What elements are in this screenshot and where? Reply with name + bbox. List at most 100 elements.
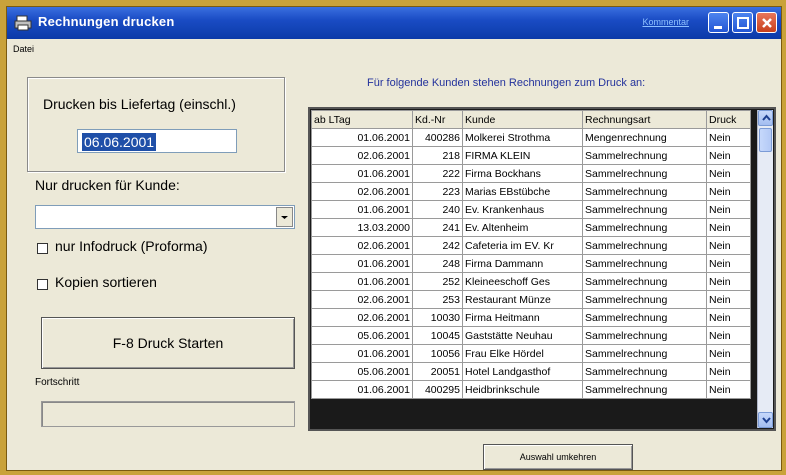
table-cell: 10030 [412, 308, 463, 327]
chevron-down-icon [281, 216, 288, 219]
scroll-thumb[interactable] [759, 128, 772, 152]
table-cell: Sammelrechnung [582, 272, 707, 291]
table-cell: Nein [706, 326, 751, 345]
table-cell: 01.06.2001 [311, 380, 413, 399]
minimize-button[interactable] [708, 12, 729, 33]
window-title: Rechnungen drucken [38, 14, 175, 29]
table-cell: 223 [412, 182, 463, 201]
table-cell: Nein [706, 218, 751, 237]
menu-bar: Datei [7, 39, 781, 59]
comment-link[interactable]: Kommentar [642, 17, 689, 27]
printer-icon [14, 15, 32, 31]
table-cell: 01.06.2001 [311, 200, 413, 219]
table-cell: Sammelrechnung [582, 380, 707, 399]
date-field[interactable]: 06.06.2001 [77, 129, 237, 153]
table-cell: Sammelrechnung [582, 164, 707, 183]
table-cell: 02.06.2001 [311, 308, 413, 327]
infodruck-label: nur Infodruck (Proforma) [55, 238, 208, 254]
table-row[interactable]: 01.06.2001 248 Firma Dammann Sammelrechnung… [311, 254, 751, 273]
table-cell: Firma Dammann [462, 254, 583, 273]
table-cell: Sammelrechnung [582, 182, 707, 201]
title-bar: Rechnungen drucken Kommentar [7, 7, 781, 39]
table-cell: 02.06.2001 [311, 182, 413, 201]
combo-dropdown-button[interactable] [276, 207, 293, 227]
table-cell: 248 [412, 254, 463, 273]
close-icon [762, 18, 772, 28]
table-cell: 02.06.2001 [311, 146, 413, 165]
table-row[interactable]: 02.06.2001 223 Marias EBstübche Sammelrechn… [311, 182, 751, 201]
infodruck-checkbox[interactable] [37, 243, 48, 254]
table-row[interactable]: 02.06.2001 253 Restaurant Münze Sammelrechn… [311, 290, 751, 309]
print-invoices-window: Rechnungen drucken Kommentar Datei Druck… [6, 6, 782, 471]
table-cell: 01.06.2001 [311, 272, 413, 291]
table-row[interactable]: 01.06.2001 240 Ev. Krankenhaus Sammelrechnu… [311, 200, 751, 219]
table-cell: Nein [706, 236, 751, 255]
table-row[interactable]: 01.06.2001 222 Firma Bockhans Sammelrechnun… [311, 164, 751, 183]
table-cell: Restaurant Münze [462, 290, 583, 309]
vertical-scrollbar[interactable] [757, 110, 773, 428]
table-cell: 02.06.2001 [311, 290, 413, 309]
table-cell: Sammelrechnung [582, 344, 707, 363]
start-print-button[interactable]: F-8 Druck Starten [41, 317, 295, 369]
table-cell: Firma Bockhans [462, 164, 583, 183]
col-header-druck[interactable]: Druck [706, 110, 751, 129]
date-label: Drucken bis Liefertag (einschl.) [43, 96, 236, 112]
chevron-up-icon [762, 114, 771, 121]
date-value: 06.06.2001 [82, 133, 157, 151]
grid-header-row: ab LTag Kd.-Nr Kunde Rechnungsart Druck [311, 110, 751, 129]
table-cell: Nein [706, 146, 751, 165]
table-cell: Marias EBstübche [462, 182, 583, 201]
table-row[interactable]: 13.03.2000 241 Ev. Altenheim Sammelrechnung… [311, 218, 751, 237]
col-header-ab-ltag[interactable]: ab LTag [311, 110, 413, 129]
kopien-label: Kopien sortieren [55, 274, 157, 290]
table-cell: Sammelrechnung [582, 236, 707, 255]
table-row[interactable]: 02.06.2001 10030 Firma Heitmann Sammelrechn… [311, 308, 751, 327]
table-cell: 05.06.2001 [311, 362, 413, 381]
table-cell: Gaststätte Neuhau [462, 326, 583, 345]
table-cell: 240 [412, 200, 463, 219]
maximize-button[interactable] [732, 12, 753, 33]
table-cell: Frau Elke Hördel [462, 344, 583, 363]
table-cell: Firma Heitmann [462, 308, 583, 327]
table-cell: 10045 [412, 326, 463, 345]
table-cell: Sammelrechnung [582, 326, 707, 345]
table-cell: Hotel Landgasthof [462, 362, 583, 381]
invert-selection-button[interactable]: Auswahl umkehren [483, 444, 633, 470]
table-cell: Sammelrechnung [582, 254, 707, 273]
invoice-table: ab LTag Kd.-Nr Kunde Rechnungsart Druck … [311, 110, 751, 399]
close-button[interactable] [756, 12, 777, 33]
col-header-kunde[interactable]: Kunde [462, 110, 583, 129]
menu-item-datei[interactable]: Datei [13, 44, 34, 54]
table-cell: 218 [412, 146, 463, 165]
customer-select[interactable] [35, 205, 295, 229]
col-header-rechnungsart[interactable]: Rechnungsart [582, 110, 707, 129]
kopien-checkbox[interactable] [37, 279, 48, 290]
table-cell: 252 [412, 272, 463, 291]
table-cell: Nein [706, 200, 751, 219]
table-cell: 10056 [412, 344, 463, 363]
table-row[interactable]: 01.06.2001 10056 Frau Elke Hördel Sammelrec… [311, 344, 751, 363]
table-cell: Nein [706, 254, 751, 273]
table-row[interactable]: 01.06.2001 252 Kleineeschoff Ges Sammelrech… [311, 272, 751, 291]
scroll-up-button[interactable] [758, 110, 773, 126]
table-cell: 13.03.2000 [311, 218, 413, 237]
table-cell: 01.06.2001 [311, 344, 413, 363]
table-cell: Nein [706, 290, 751, 309]
table-cell: 241 [412, 218, 463, 237]
table-cell: Heidbrinkschule [462, 380, 583, 399]
col-header-kd-nr[interactable]: Kd.-Nr [412, 110, 463, 129]
table-row[interactable]: 05.06.2001 10045 Gaststätte Neuhau Sammelre… [311, 326, 751, 345]
table-cell: Nein [706, 308, 751, 327]
table-cell: Cafeteria im EV. Kr [462, 236, 583, 255]
table-row[interactable]: 01.06.2001 400295 Heidbrinkschule Sammelrec… [311, 380, 751, 399]
invoice-grid[interactable]: ab LTag Kd.-Nr Kunde Rechnungsart Druck … [308, 107, 776, 431]
table-cell: Ev. Altenheim [462, 218, 583, 237]
grid-body: 01.06.2001 400286 Molkerei Strothma Mengenr… [311, 128, 751, 399]
table-row[interactable]: 02.06.2001 218 FIRMA KLEIN Sammelrechnung Ne… [311, 146, 751, 165]
table-row[interactable]: 05.06.2001 20051 Hotel Landgasthof Sammelre… [311, 362, 751, 381]
table-row[interactable]: 02.06.2001 242 Cafeteria im EV. Kr Sammelre… [311, 236, 751, 255]
table-cell: Nein [706, 164, 751, 183]
table-cell: Sammelrechnung [582, 290, 707, 309]
scroll-down-button[interactable] [758, 412, 773, 428]
table-row[interactable]: 01.06.2001 400286 Molkerei Strothma Mengenr… [311, 128, 751, 147]
